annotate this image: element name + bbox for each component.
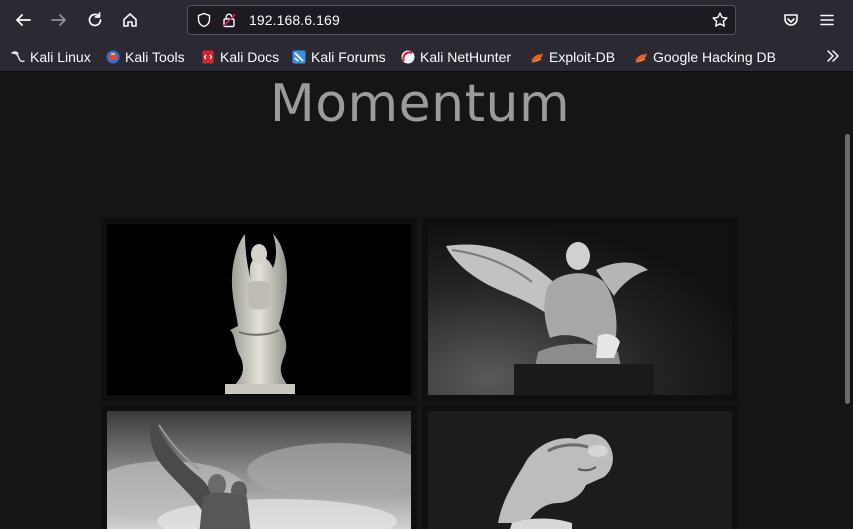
bookmark-label: Kali NetHunter [420,48,512,65]
page-viewport: Momentum [0,72,853,529]
kali-docs-icon [202,50,214,63]
reload-icon [88,12,102,27]
forward-button[interactable] [45,6,73,34]
exploit-db-icon [531,52,543,63]
bookmark-label: Kali Forums [311,48,386,65]
bookmark-kali-forums[interactable]: Kali Forums [292,48,386,65]
bookmark-exploit-db[interactable]: Exploit-DB [530,48,615,65]
bookmark-google-hacking-db[interactable]: Google Hacking DB [634,48,776,65]
bookmark-kali-linux[interactable]: Kali Linux [11,48,91,65]
reload-button[interactable] [81,6,109,34]
bookmark-kali-tools[interactable]: Kali Tools [106,48,185,65]
bookmark-label: Kali Linux [30,48,91,65]
bookmark-label: Kali Tools [125,48,185,65]
kali-forums-icon [292,50,306,63]
back-button[interactable] [9,6,37,34]
bookmarks-toolbar: Kali Linux Kali Tools Kali Docs Kali For… [0,40,853,72]
home-icon [123,13,137,27]
back-arrow-icon [16,14,31,26]
app-menu-button[interactable] [813,6,841,34]
bookmark-star-icon[interactable] [711,11,729,29]
angel-photo [428,224,732,395]
gallery-image-statue-head[interactable] [422,405,738,529]
bookmark-label: Kali Docs [220,48,280,65]
gallery-image-winged-statue[interactable] [101,218,417,401]
more-bookmarks-chevron-icon[interactable] [825,48,841,64]
kali-tools-icon [106,50,120,63]
statue-photo [107,224,411,395]
hamburger-menu-icon [820,14,834,26]
head-photo [428,411,732,529]
url-text[interactable]: 192.168.6.169 [249,12,340,28]
home-button[interactable] [116,6,144,34]
pocket-icon [784,14,798,26]
bookmark-kali-nethunter[interactable]: Kali NetHunter [401,48,511,65]
gallery-image-angel-sky[interactable] [422,218,738,401]
gallery-image-angel-clouds[interactable] [101,405,417,529]
tracking-protection-shield-icon[interactable] [196,12,212,28]
bookmark-kali-docs[interactable]: Kali Docs [201,48,279,65]
pocket-button[interactable] [777,6,805,34]
forward-arrow-icon [51,14,66,26]
vertical-scrollbar-thumb[interactable] [845,134,850,404]
ghdb-icon [635,52,647,63]
kali-dragon-icon [11,50,25,62]
clouds-photo [107,411,411,529]
bookmark-label: Exploit-DB [549,48,616,65]
navigation-toolbar: 192.168.6.169 [0,0,853,40]
page-title: Momentum [269,74,571,134]
browser-window: 192.168.6.169 Kali Linux Kali Tools Kali… [0,0,853,529]
insecure-lock-icon[interactable] [221,12,237,28]
bookmark-label: Google Hacking DB [653,48,776,65]
address-bar[interactable]: 192.168.6.169 [187,5,736,35]
kali-nethunter-icon [401,50,415,63]
